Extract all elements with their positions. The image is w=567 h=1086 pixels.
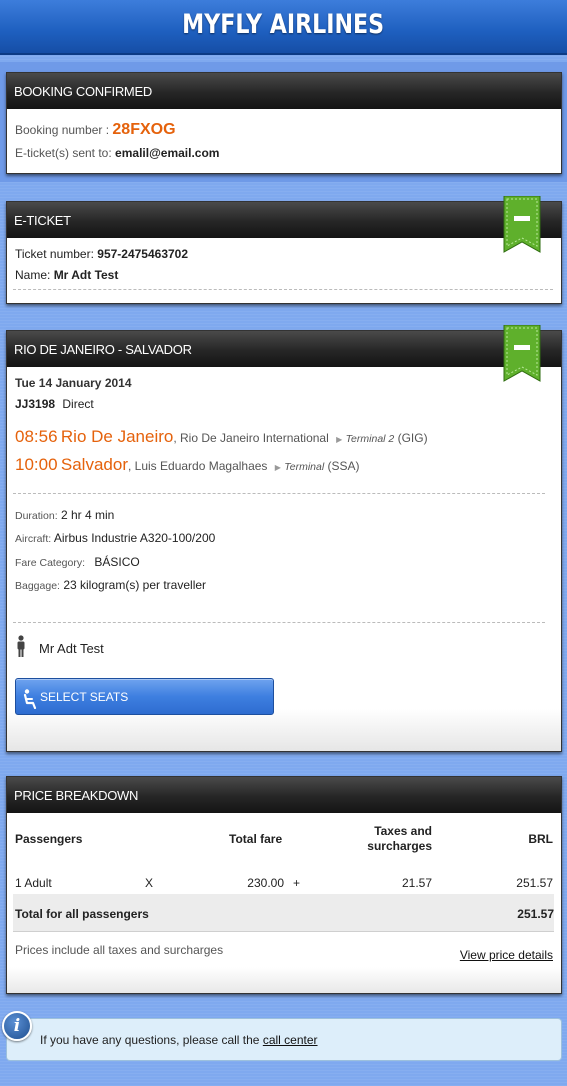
- ticket-number: 957-2475463702: [97, 247, 189, 261]
- arrival-time: 10:00: [15, 455, 58, 474]
- flight-panel: RIO DE JANEIRO - SALVADOR Tue 14 January…: [6, 324, 562, 752]
- departure-code: (GIG): [397, 431, 428, 445]
- departure-city: Rio De Janeiro: [60, 427, 174, 446]
- col-total-fare: Total fare: [229, 832, 283, 846]
- info-icon: i: [2, 1011, 32, 1041]
- col-taxes-line1: Taxes and: [374, 824, 432, 838]
- call-center-link[interactable]: call center: [263, 1033, 318, 1047]
- fare-category-row: Fare Category: BÁSICO: [15, 555, 140, 569]
- row-passengers: 1 Adult: [15, 876, 52, 890]
- seat-icon: [23, 687, 37, 723]
- aircraft-label: Aircraft:: [15, 533, 52, 545]
- row-fare: 230.00: [247, 876, 284, 890]
- select-seats-label: SELECT SEATS: [40, 690, 129, 704]
- eticket-panel-title: E-TICKET: [7, 202, 561, 238]
- app-title: MYFLY AIRLINES: [182, 9, 385, 40]
- duration-row: Duration: 2 hr 4 min: [15, 508, 114, 522]
- divider: [13, 289, 553, 290]
- flight-panel-title: RIO DE JANEIRO - SALVADOR: [7, 331, 561, 367]
- eticket-sent-label: E-ticket(s) sent to:: [15, 146, 112, 160]
- collapse-ribbon-icon[interactable]: [503, 324, 541, 383]
- baggage-label: Baggage:: [15, 580, 60, 592]
- col-taxes-line2: surcharges: [367, 839, 432, 853]
- info-text: If you have any questions, please call t…: [40, 1033, 318, 1047]
- col-taxes: Taxes and surcharges: [356, 824, 432, 854]
- ticket-number-row: Ticket number: 957-2475463702: [15, 247, 188, 261]
- total-label: Total for all passengers: [15, 907, 149, 921]
- row-taxes: 21.57: [401, 876, 432, 890]
- passenger-name-row: Name: Mr Adt Test: [15, 268, 118, 282]
- collapse-ribbon-icon[interactable]: [503, 195, 541, 254]
- eticket-email-row: E-ticket(s) sent to: emalil@email.com: [15, 146, 219, 160]
- app-header: MYFLY AIRLINES: [0, 0, 567, 55]
- flight-number: JJ3198: [15, 397, 56, 411]
- passenger-name: Mr Adt Test: [53, 268, 119, 282]
- booking-panel-title: BOOKING CONFIRMED: [7, 73, 561, 109]
- col-passengers: Passengers: [15, 832, 83, 846]
- booking-panel: BOOKING CONFIRMED Booking number : 28FXO…: [6, 72, 562, 174]
- divider: [13, 622, 545, 623]
- price-panel-title: PRICE BREAKDOWN: [7, 777, 561, 813]
- eticket-panel: E-TICKET Ticket number: 957-2475463702 N…: [6, 195, 562, 304]
- duration-value: 2 hr 4 min: [60, 508, 115, 522]
- arrow-right-icon: ▶: [336, 435, 343, 444]
- departure-time: 08:56: [15, 427, 58, 446]
- flight-type: Direct: [62, 397, 94, 411]
- row-multiply: X: [145, 876, 154, 890]
- arrival-row: 10:00 Salvador, Luis Eduardo Magalhaes ▶…: [15, 455, 360, 475]
- flight-date: Tue 14 January 2014: [15, 376, 132, 390]
- arrival-code: (SSA): [327, 459, 360, 473]
- ticket-number-label: Ticket number:: [15, 247, 94, 261]
- departure-airport: , Rio De Janeiro International: [173, 431, 329, 445]
- info-box: If you have any questions, please call t…: [6, 1018, 562, 1061]
- arrival-airport: , Luis Eduardo Magalhaes: [128, 459, 268, 473]
- passenger-name: Mr Adt Test: [39, 641, 104, 656]
- arrival-city: Salvador: [60, 455, 128, 474]
- total-value: 251.57: [517, 907, 554, 921]
- person-icon: [16, 635, 26, 660]
- view-price-details-link[interactable]: View price details: [460, 948, 553, 962]
- passenger-name-label: Name:: [15, 268, 51, 282]
- duration-label: Duration:: [15, 510, 58, 522]
- price-note: Prices include all taxes and surcharges: [15, 943, 224, 957]
- baggage-row: Baggage: 23 kilogram(s) per traveller: [15, 578, 206, 592]
- row-plus: +: [293, 876, 301, 890]
- booking-number: 28FXOG: [112, 121, 176, 138]
- departure-row: 08:56 Rio De Janeiro, Rio De Janeiro Int…: [15, 427, 428, 447]
- divider: [13, 493, 545, 494]
- arrival-terminal: Terminal: [284, 461, 325, 473]
- booking-number-label: Booking number :: [15, 123, 110, 137]
- row-total: 251.57: [516, 876, 553, 890]
- baggage-value: 23 kilogram(s) per traveller: [63, 578, 207, 592]
- fare-category-label: Fare Category:: [15, 557, 86, 569]
- aircraft-row: Aircraft: Airbus Industrie A320-100/200: [15, 531, 215, 545]
- total-row: Total for all passengers 251.57: [13, 894, 554, 932]
- fare-category-value: BÁSICO: [94, 555, 140, 569]
- departure-terminal: Terminal 2: [345, 433, 395, 445]
- info-message: If you have any questions, please call t…: [40, 1033, 260, 1047]
- col-currency: BRL: [528, 832, 553, 846]
- eticket-email: emalil@email.com: [115, 146, 220, 160]
- booking-number-row: Booking number : 28FXOG: [15, 121, 176, 139]
- aircraft-value: Airbus Industrie A320-100/200: [53, 531, 216, 545]
- arrow-right-icon: ▶: [274, 463, 281, 472]
- price-panel: PRICE BREAKDOWN Passengers Total fare Ta…: [6, 776, 562, 994]
- select-seats-button[interactable]: SELECT SEATS: [15, 678, 274, 715]
- flight-number-row: JJ3198 Direct: [15, 397, 94, 411]
